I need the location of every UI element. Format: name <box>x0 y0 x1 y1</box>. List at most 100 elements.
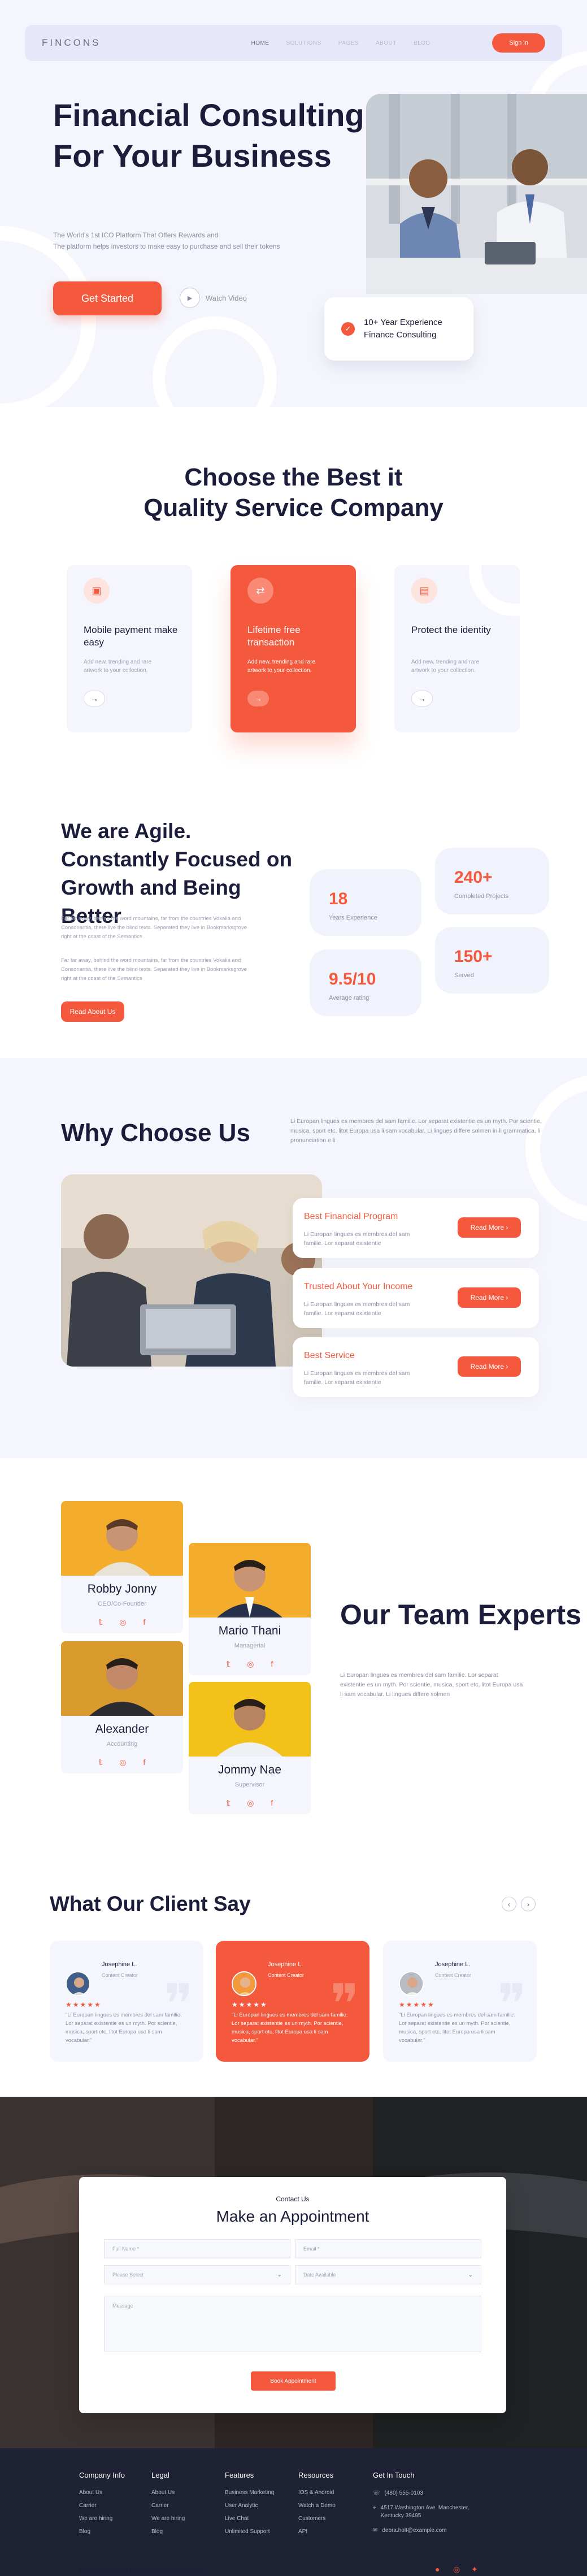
service-card[interactable]: ▤ Protect the identity Add new, trending… <box>394 565 520 732</box>
email-placeholder: Email * <box>303 2246 320 2252</box>
footer-link[interactable]: We are hiring <box>79 2516 125 2522</box>
watch-video-label: Watch Video <box>206 293 247 302</box>
footer-contact: Get In Touch ☏ (480) 555-0103 ⌖ 4517 Washi… <box>373 2471 486 2542</box>
footer-link[interactable]: IOS & Android <box>298 2490 336 2496</box>
why-choose-section: Why Choose Us Li Europan lingues es memb… <box>0 1058 587 1458</box>
instagram-icon[interactable]: ◎ <box>247 1659 254 1669</box>
footer-link[interactable]: Unlimited Support <box>225 2529 274 2535</box>
facebook-icon[interactable]: f <box>143 1758 145 1767</box>
date-select[interactable]: Date Available ⌄ <box>295 2265 481 2284</box>
service-card-active[interactable]: ⇄ Lifetime free transaction Add new, tre… <box>231 565 356 732</box>
why-item-desc: Li Europan lingues es membres del sam fa… <box>304 1301 410 1317</box>
hero-subtitle-line: The World's 1st ICO Platform That Offers… <box>53 231 219 239</box>
twitter-icon[interactable]: 𝕥 <box>99 1758 103 1767</box>
service-select[interactable]: Please Select ⌄ <box>104 2265 290 2284</box>
read-more-button[interactable]: Read More › <box>458 1217 521 1238</box>
logo[interactable]: FINCONS <box>42 37 101 49</box>
footer-link[interactable]: Carrier <box>79 2503 125 2509</box>
avatar-image <box>400 1972 423 1995</box>
twitter-icon[interactable]: 𝕥 <box>227 1659 231 1669</box>
footer-link[interactable]: About Us <box>151 2490 185 2496</box>
team-member-card: Alexander Accounting 𝕥 ◎ f <box>61 1641 183 1773</box>
avatar-image <box>67 1972 89 1995</box>
email-field[interactable]: Email * <box>295 2239 481 2258</box>
email-row[interactable]: ✉ debra.holt@example.com <box>373 2527 486 2535</box>
nav-item-pages[interactable]: PAGES <box>338 40 359 46</box>
why-item: Best Service Li Europan lingues es membr… <box>293 1337 539 1397</box>
footer-link[interactable]: Watch a Demo <box>298 2503 336 2509</box>
nav-item-solutions[interactable]: SOLUTIONS <box>286 40 321 46</box>
footer-column-title: Features <box>225 2471 254 2479</box>
arrow-right-icon[interactable]: → <box>84 691 105 706</box>
experience-card: ✓ 10+ Year Experience Finance Consulting <box>324 297 473 361</box>
arrow-right-icon[interactable]: → <box>247 691 269 706</box>
stat-card: 240+ Completed Projects <box>435 848 549 914</box>
message-textarea[interactable]: Message <box>104 2296 481 2352</box>
why-item: Trusted About Your Income Li Europan lin… <box>293 1268 539 1328</box>
instagram-icon[interactable]: ◎ <box>119 1758 126 1767</box>
footer-link[interactable]: User Analytic <box>225 2503 274 2509</box>
footer-link[interactable]: Live Chat <box>225 2516 274 2522</box>
facebook-icon[interactable]: f <box>271 1659 273 1669</box>
get-started-button[interactable]: Get Started <box>53 281 162 315</box>
facebook-icon[interactable]: f <box>143 1617 145 1627</box>
instagram-icon[interactable]: ◎ <box>247 1798 254 1808</box>
stat-label: Served <box>454 972 474 979</box>
full-name-field[interactable]: Full Name * <box>104 2239 290 2258</box>
footer-link[interactable]: Business Marketing <box>225 2490 274 2496</box>
decorative-ring <box>153 316 277 407</box>
nav-menu: HOME SOLUTIONS PAGES ABOUT BLOG <box>251 40 431 46</box>
instagram-icon[interactable]: ◎ <box>119 1617 126 1627</box>
facebook-icon[interactable]: f <box>271 1798 273 1808</box>
footer-link[interactable]: Carrier <box>151 2503 185 2509</box>
footer-link[interactable]: Blog <box>151 2529 185 2535</box>
twitter-icon[interactable]: 𝕥 <box>227 1798 231 1808</box>
book-appointment-button[interactable]: Book Appointment <box>251 2371 336 2391</box>
services-title-line: Choose the Best it <box>184 463 403 491</box>
play-icon[interactable]: ▶ <box>180 288 200 308</box>
why-item-desc: Li Europan lingues es membres del sam fa… <box>304 1370 410 1386</box>
social-links: 𝕥 ◎ f <box>61 1758 183 1767</box>
nav-item-home[interactable]: HOME <box>251 40 269 46</box>
twitter-icon[interactable]: 𝕥 <box>99 1617 103 1627</box>
nav-item-blog[interactable]: BLOG <box>414 40 431 46</box>
nav-item-about[interactable]: ABOUT <box>376 40 397 46</box>
footer-link[interactable]: Blog <box>79 2529 125 2535</box>
watch-video-link[interactable]: ▶ Watch Video <box>180 288 247 308</box>
twitter-icon[interactable]: ✦ <box>471 2565 478 2574</box>
member-portrait <box>217 1699 282 1757</box>
why-title: Why Choose Us <box>61 1119 250 1147</box>
address-text: 4517 Washington Ave. Manchester, Kentuck… <box>380 2505 469 2519</box>
prev-arrow-icon[interactable]: ‹ <box>502 1897 516 1911</box>
select-placeholder: Please Select <box>112 2272 144 2278</box>
read-about-us-button[interactable]: Read About Us <box>61 1001 124 1022</box>
services-title: Choose the Best it Quality Service Compa… <box>0 462 587 523</box>
business-meeting-image <box>366 94 587 294</box>
footer-link[interactable]: We are hiring <box>151 2516 185 2522</box>
team-member-card: Jommy Nae Supervisor 𝕥 ◎ f <box>189 1682 311 1814</box>
next-arrow-icon[interactable]: › <box>521 1897 536 1911</box>
footer-link[interactable]: About Us <box>79 2490 125 2496</box>
member-photo <box>189 1682 311 1757</box>
footer-link[interactable]: API <box>298 2529 336 2535</box>
footer-link[interactable]: Customers <box>298 2516 336 2522</box>
instagram-icon[interactable]: ◎ <box>453 2565 460 2574</box>
phone-row[interactable]: ☏ (480) 555-0103 <box>373 2490 486 2497</box>
contact-kicker: Contact Us <box>276 2195 310 2203</box>
read-more-button[interactable]: Read More › <box>458 1356 521 1377</box>
why-intro: Li Europan lingues es membres del sam fa… <box>290 1118 542 1144</box>
read-more-button[interactable]: Read More › <box>458 1287 521 1308</box>
arrow-right-icon[interactable]: → <box>411 691 433 706</box>
phone-text: (480) 555-0103 <box>384 2490 423 2496</box>
footer-column-title: Company Info <box>79 2471 125 2479</box>
facebook-icon[interactable]: ● <box>435 2565 440 2574</box>
team-member-card: Robby Jonny CEO/Co-Founder 𝕥 ◎ f <box>61 1501 183 1633</box>
member-role: Supervisor <box>234 1781 265 1788</box>
appointment-title: Make an Appointment <box>216 2208 369 2225</box>
sign-in-button[interactable]: Sign in <box>492 33 545 53</box>
member-name: Alexander <box>95 1723 149 1736</box>
address-row: ⌖ 4517 Washington Ave. Manchester, Kentuc… <box>373 2504 486 2520</box>
stat-label: Completed Projects <box>454 893 508 900</box>
read-more-label: Read More <box>470 1363 505 1371</box>
service-card[interactable]: ▣ Mobile payment make easy Add new, tren… <box>67 565 192 732</box>
